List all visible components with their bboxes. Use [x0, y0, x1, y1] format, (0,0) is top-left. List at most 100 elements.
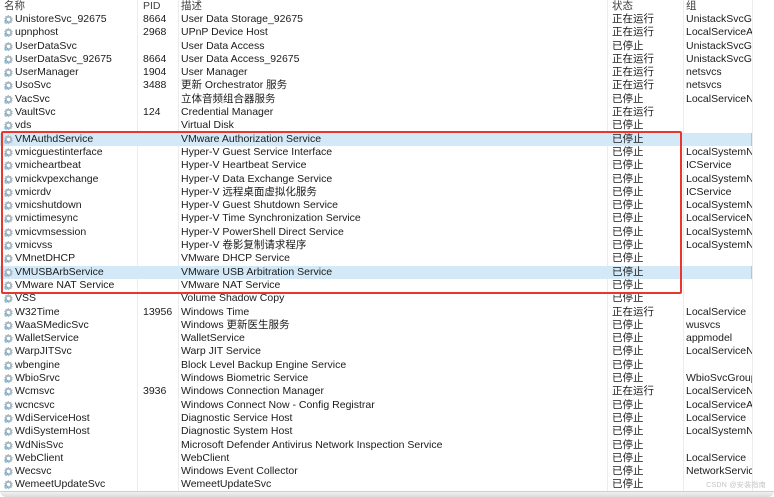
service-group-cell: LocalService [686, 412, 752, 425]
column-header-name[interactable]: 名称 [4, 0, 25, 13]
service-status-cell: 已停止 [612, 412, 680, 425]
service-gear-icon [3, 426, 14, 437]
service-gear-icon [3, 333, 14, 344]
table-row[interactable]: WalletServiceWalletService已停止appmodel [0, 332, 752, 345]
service-gear-icon [3, 320, 14, 331]
service-gear-icon [3, 187, 14, 198]
service-gear-icon [3, 67, 14, 78]
service-name-cell: WarpJITSvc [15, 345, 135, 358]
service-name-cell: vmicvmsession [15, 226, 135, 239]
service-status-cell: 正在运行 [612, 13, 680, 26]
table-row[interactable]: VSSVolume Shadow Copy已停止 [0, 292, 752, 305]
service-name-cell: WdiServiceHost [15, 412, 135, 425]
column-header-description[interactable]: 描述 [181, 0, 202, 13]
table-row[interactable]: vmictimesyncHyper-V Time Synchronization… [0, 212, 752, 225]
table-row[interactable]: Wcmsvc3936Windows Connection Manager正在运行… [0, 385, 752, 398]
table-row[interactable]: WebClientWebClient已停止LocalService [0, 452, 752, 465]
table-row[interactable]: upnphost2968UPnP Device Host正在运行LocalSer… [0, 26, 752, 39]
table-row[interactable]: VMAuthdServiceVMware Authorization Servi… [0, 133, 752, 146]
service-group-cell: ICService [686, 186, 752, 199]
service-status-cell: 已停止 [612, 239, 680, 252]
service-name-cell: Wcmsvc [15, 385, 135, 398]
task-manager-services-view: 名称 PID 描述 状态 组 UnistoreSvc_926758664User Dat… [0, 0, 774, 497]
service-name-cell: UserDataSvc_92675 [15, 53, 135, 66]
table-row[interactable]: WecsvcWindows Event Collector已停止NetworkS… [0, 465, 752, 478]
service-description-cell: 更新 Orchestrator 服务 [181, 79, 605, 92]
service-name-cell: vmicheartbeat [15, 159, 135, 172]
service-description-cell: Hyper-V 远程桌面虚拟化服务 [181, 186, 605, 199]
service-status-cell: 已停止 [612, 399, 680, 412]
service-name-cell: vds [15, 119, 135, 132]
service-status-cell: 已停止 [612, 319, 680, 332]
table-row[interactable]: WaaSMedicSvcWindows 更新医生服务已停止wusvcs [0, 319, 752, 332]
table-row[interactable]: UnistoreSvc_926758664User Data Storage_9… [0, 13, 752, 26]
table-row[interactable]: vmicguestinterfaceHyper-V Guest Service … [0, 146, 752, 159]
column-header-pid[interactable]: PID [143, 0, 161, 13]
service-gear-icon [3, 360, 14, 371]
table-row[interactable]: WbioSrvcWindows Biometric Service已停止Wbio… [0, 372, 752, 385]
table-row[interactable]: vmicvmsession Hyper-V PowerShell Direct S… [0, 226, 752, 239]
table-row[interactable]: VacSvc立体音频组合器服务已停止LocalServiceN... [0, 93, 752, 106]
table-row[interactable]: VMnetDHCPVMware DHCP Service已停止 [0, 252, 752, 265]
service-status-cell: 已停止 [612, 119, 680, 132]
table-row[interactable]: UserDataSvcUser Data Access已停止UnistackSv… [0, 40, 752, 53]
service-description-cell: Windows Connect Now - Config Registrar [181, 399, 605, 412]
service-description-cell: Hyper-V Guest Service Interface [181, 146, 605, 159]
table-row[interactable]: WdNisSvcMicrosoft Defender Antivirus Net… [0, 439, 752, 452]
service-gear-icon [3, 160, 14, 171]
table-row[interactable]: vmickvpexchangeHyper-V Data Exchange Ser… [0, 173, 752, 186]
service-status-cell: 已停止 [612, 292, 680, 305]
service-description-cell: Hyper-V PowerShell Direct Service [181, 226, 605, 239]
service-description-cell: WebClient [181, 452, 605, 465]
table-row[interactable]: WarpJITSvcWarp JIT Service已停止LocalServic… [0, 345, 752, 358]
service-description-cell: WemeetUpdateSvc [181, 478, 605, 491]
service-gear-icon [3, 134, 14, 145]
service-name-cell: vmictimesync [15, 212, 135, 225]
table-row[interactable]: WdiSystemHostDiagnostic System Host已停止Lo… [0, 425, 752, 438]
service-gear-icon [3, 400, 14, 411]
column-header-status[interactable]: 状态 [612, 0, 633, 13]
service-description-cell: Windows 更新医生服务 [181, 319, 605, 332]
service-status-cell: 正在运行 [612, 306, 680, 319]
service-group-cell: LocalSystemN... [686, 146, 752, 159]
table-row[interactable]: vmicshutdownHyper-V Guest Shutdown Servi… [0, 199, 752, 212]
table-row[interactable]: UserManager1904User Manager正在运行netsvcs [0, 66, 752, 79]
service-group-cell: LocalServiceN... [686, 93, 752, 106]
table-row[interactable]: VaultSvc124Credential Manager正在运行 [0, 106, 752, 119]
service-gear-icon [3, 41, 14, 52]
service-pid-cell: 124 [143, 106, 177, 119]
service-status-cell: 已停止 [612, 332, 680, 345]
table-row[interactable]: wbengineBlock Level Backup Engine Servic… [0, 359, 752, 372]
service-status-cell: 已停止 [612, 173, 680, 186]
service-name-cell: vmicvss [15, 239, 135, 252]
service-gear-icon [3, 94, 14, 105]
table-row[interactable]: vmicheartbeatHyper-V Heartbeat Service已停… [0, 159, 752, 172]
table-row[interactable]: UserDataSvc_926758664User Data Access_92… [0, 53, 752, 66]
service-name-cell: wbengine [15, 359, 135, 372]
table-row[interactable]: W32Time13956Windows Time正在运行LocalService [0, 306, 752, 319]
service-gear-icon [3, 213, 14, 224]
service-description-cell: Warp JIT Service [181, 345, 605, 358]
service-group-cell: LocalSystemN... [686, 173, 752, 186]
service-description-cell: Windows Time [181, 306, 605, 319]
service-description-cell: WalletService [181, 332, 605, 345]
table-row[interactable]: wcncsvcWindows Connect Now - Config Regi… [0, 399, 752, 412]
table-row[interactable]: VMUSBArbServiceVMware USB Arbitration Se… [0, 266, 752, 279]
service-description-cell: Credential Manager [181, 106, 605, 119]
column-header-group[interactable]: 组 [686, 0, 697, 13]
service-gear-icon [3, 267, 14, 278]
service-description-cell: Diagnostic Service Host [181, 412, 605, 425]
table-row[interactable]: WemeetUpdateSvcWemeetUpdateSvc已停止 [0, 478, 752, 491]
service-description-cell: VMware USB Arbitration Service [181, 266, 605, 279]
table-row[interactable]: VMware NAT ServiceVMware NAT Service已停止 [0, 279, 752, 292]
service-status-cell: 已停止 [612, 186, 680, 199]
table-row[interactable]: vmicvssHyper-V 卷影复制请求程序已停止LocalSystemN..… [0, 239, 752, 252]
table-row[interactable]: WdiServiceHost Diagnostic Service Host 已停止… [0, 412, 752, 425]
table-row[interactable]: UsoSvc3488更新 Orchestrator 服务正在运行netsvcs [0, 79, 752, 92]
service-gear-icon [3, 466, 14, 477]
service-description-cell: Hyper-V Heartbeat Service [181, 159, 605, 172]
table-row[interactable]: vdsVirtual Disk已停止 [0, 119, 752, 132]
service-group-cell: UnistackSvcGr... [686, 40, 752, 53]
table-row[interactable]: vmicrdvHyper-V 远程桌面虚拟化服务已停止ICService [0, 186, 752, 199]
service-status-cell: 已停止 [612, 439, 680, 452]
